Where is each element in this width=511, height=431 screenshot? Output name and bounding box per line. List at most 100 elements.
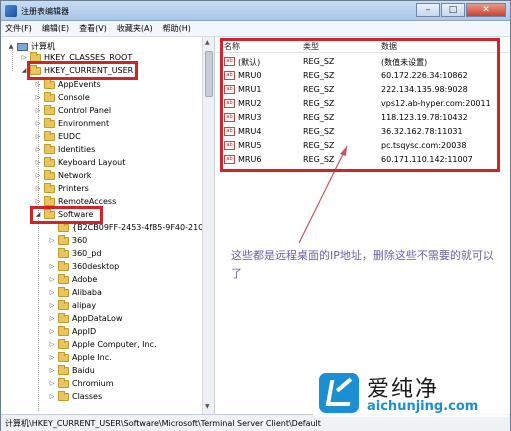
tree-node[interactable]: ▷ Environment xyxy=(34,117,109,130)
tree-node[interactable]: ▷ Chromium xyxy=(48,377,114,390)
menu-edit[interactable]: 编辑(E) xyxy=(42,23,69,34)
expand-arrow-icon[interactable]: ▷ xyxy=(48,393,56,400)
expand-arrow-icon[interactable]: ▷ xyxy=(48,302,56,309)
folder-icon xyxy=(44,195,55,206)
window-controls: – □ ✕ xyxy=(415,3,506,17)
tree-node[interactable]: ▷ Control Panel xyxy=(34,104,111,117)
window-title: 注册表编辑器 xyxy=(21,7,69,16)
tree-label: 360_pd xyxy=(72,249,102,258)
tree-node[interactable]: ▷ Classes xyxy=(48,390,102,403)
tree-node[interactable]: 360_pd xyxy=(48,247,101,260)
expand-arrow-icon[interactable]: ▷ xyxy=(34,146,42,153)
tree-node[interactable]: ▷ Console xyxy=(34,91,90,104)
annotation-text: 这些都是远程桌面的IP地址，删除这些不需要的就可以了 xyxy=(231,249,494,280)
tree-label: Classes xyxy=(72,392,103,401)
tree-node[interactable]: ▷ Apple Inc. xyxy=(48,351,112,364)
tree-node[interactable]: ▷ Keyboard Layout xyxy=(34,156,125,169)
folder-icon xyxy=(58,377,69,388)
tree-node[interactable]: ▷ AppDataLow xyxy=(48,312,122,325)
folder-icon xyxy=(58,234,69,245)
collapse-arrow-icon[interactable]: ▲ xyxy=(7,43,15,50)
highlight-hkcu xyxy=(27,61,138,80)
tree-label: Console xyxy=(58,93,90,102)
computer-icon xyxy=(17,42,28,51)
tree-node[interactable]: ▷ Baidu xyxy=(48,364,95,377)
tree-label: Apple Computer, Inc. xyxy=(72,340,157,349)
folder-icon xyxy=(44,156,55,167)
folder-icon xyxy=(44,78,55,89)
expand-arrow-icon[interactable]: ▷ xyxy=(34,107,42,114)
folder-icon xyxy=(58,338,69,349)
maximize-button[interactable]: □ xyxy=(441,3,465,17)
tree-node[interactable]: ▷ Identities xyxy=(34,143,95,156)
folder-icon xyxy=(44,143,55,154)
tree-node[interactable]: ▷ alipay xyxy=(48,299,96,312)
registry-tree[interactable]: ▲ 计算机 ▷ HKEY_CLASSES_ROOT ◢ HKEY_CURRENT… xyxy=(1,37,215,414)
folder-icon xyxy=(44,182,55,193)
tree-label: Control Panel xyxy=(58,106,112,115)
expand-arrow-icon[interactable]: ▷ xyxy=(48,276,56,283)
menu-bar: 文件(F) 编辑(E) 查看(V) 收藏夹(A) 帮助(H) xyxy=(1,21,510,37)
expand-arrow-icon[interactable]: ▷ xyxy=(48,263,56,270)
expand-arrow-icon[interactable]: ▷ xyxy=(34,198,42,205)
tree-label: Chromium xyxy=(72,379,114,388)
expand-arrow-icon[interactable]: ▷ xyxy=(48,315,56,322)
menu-favorites[interactable]: 收藏夹(A) xyxy=(117,23,153,34)
folder-icon xyxy=(58,351,69,362)
folder-icon xyxy=(44,117,55,128)
scroll-up-icon[interactable]: ▲ xyxy=(205,39,210,46)
tree-node[interactable]: ▷ 360 xyxy=(48,234,87,247)
tree-node[interactable]: ▷ Apple Computer, Inc. xyxy=(48,338,157,351)
folder-icon xyxy=(58,325,69,336)
expand-arrow-icon[interactable]: ▷ xyxy=(48,328,56,335)
tree-label: Printers xyxy=(58,184,89,193)
expand-arrow-icon[interactable]: ▷ xyxy=(48,237,56,244)
tree-node[interactable]: ▷ Printers xyxy=(34,182,89,195)
minimize-button[interactable]: – xyxy=(416,3,440,17)
tree-label: {B2CB09FF-2453-4f85-9F40-21C05E xyxy=(72,223,215,232)
expand-arrow-icon[interactable]: ▷ xyxy=(34,81,42,88)
folder-icon xyxy=(44,91,55,102)
watermark: 爱纯净 aichunjing.com xyxy=(313,369,509,417)
tree-node[interactable]: ▷ Adobe xyxy=(48,273,97,286)
expand-arrow-icon[interactable]: ▷ xyxy=(34,120,42,127)
menu-help[interactable]: 帮助(H) xyxy=(163,23,191,34)
tree-label: 360 xyxy=(72,236,88,245)
tree-node[interactable]: ▷ Network xyxy=(34,169,91,182)
expand-arrow-icon[interactable]: ▷ xyxy=(34,185,42,192)
expand-arrow-icon[interactable]: ▷ xyxy=(34,172,42,179)
tree-node[interactable]: ▷ EUDC xyxy=(34,130,81,143)
tree-label: RemoteAccess xyxy=(58,197,117,206)
close-button[interactable]: ✕ xyxy=(466,3,506,17)
scrollbar-thumb[interactable] xyxy=(205,51,213,97)
watermark-url: aichunjing.com xyxy=(367,399,479,414)
expand-arrow-icon[interactable]: ▷ xyxy=(48,367,56,374)
tree-label: Alibaba xyxy=(72,288,102,297)
tree-label: Network xyxy=(58,171,92,180)
tree-label: AppID xyxy=(72,327,97,336)
tree-label: 360desktop xyxy=(72,262,120,271)
expand-arrow-icon[interactable]: ▷ xyxy=(34,159,42,166)
folder-icon xyxy=(58,286,69,297)
scroll-down-icon[interactable]: ▼ xyxy=(205,403,210,410)
expand-arrow-icon[interactable]: ▷ xyxy=(34,133,42,140)
folder-icon xyxy=(58,312,69,323)
expand-arrow-icon[interactable]: ▷ xyxy=(20,54,28,61)
tree-label: Baidu xyxy=(72,366,95,375)
tree-node[interactable]: ▷ Alibaba xyxy=(48,286,102,299)
folder-icon xyxy=(58,364,69,375)
tree-node[interactable]: ▷ 360desktop xyxy=(48,260,119,273)
tree-label: Identities xyxy=(58,145,96,154)
menu-file[interactable]: 文件(F) xyxy=(5,23,32,34)
tree-label: AppEvents xyxy=(58,80,101,89)
expand-arrow-icon[interactable]: ▷ xyxy=(48,289,56,296)
tree-scrollbar[interactable]: ▲ ▼ xyxy=(202,37,214,414)
expand-arrow-icon[interactable]: ▷ xyxy=(48,341,56,348)
expand-arrow-icon[interactable]: ▷ xyxy=(48,354,56,361)
tree-node[interactable]: ▷ AppID xyxy=(48,325,96,338)
tree-label: alipay xyxy=(72,301,97,310)
aichunjing-logo-icon xyxy=(319,373,359,413)
menu-view[interactable]: 查看(V) xyxy=(79,23,107,34)
expand-arrow-icon[interactable]: ▷ xyxy=(48,380,56,387)
expand-arrow-icon[interactable]: ▷ xyxy=(34,94,42,101)
